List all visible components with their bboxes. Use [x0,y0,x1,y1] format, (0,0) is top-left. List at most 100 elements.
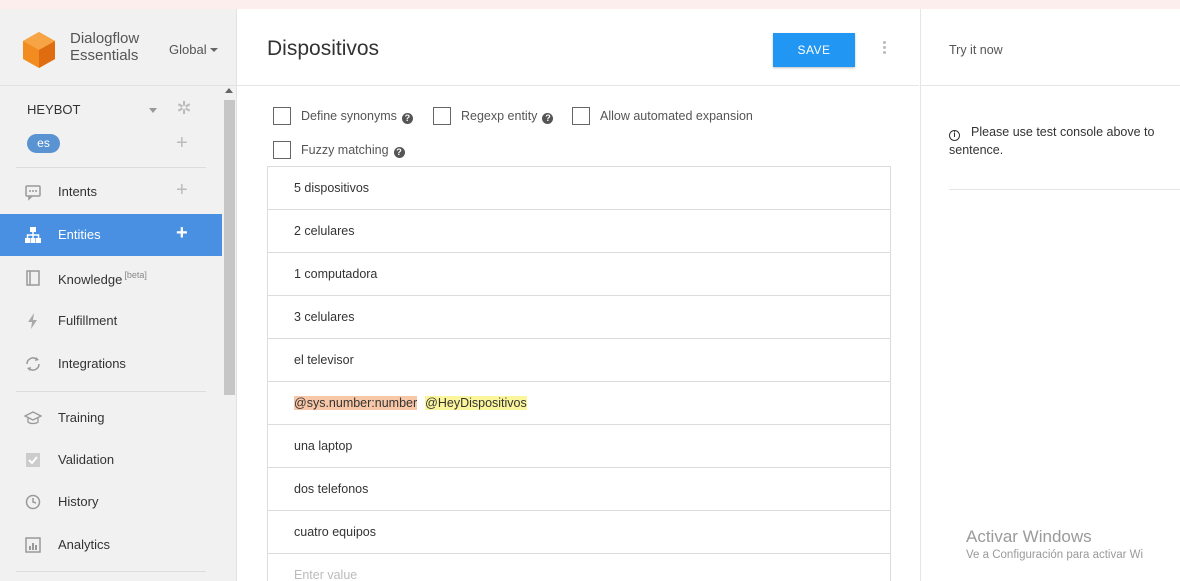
region-label: Global [169,42,207,57]
entity-editor: Dispositivos SAVE Define synonyms? Regex… [237,9,919,581]
test-console-header: Try it now [921,9,1180,86]
option-label: Define synonyms [301,109,397,123]
entity-value-row[interactable]: @sys.number:number @HeyDispositivos [268,382,890,425]
entity-value[interactable]: 5 dispositivos [294,181,369,195]
entity-header: Dispositivos SAVE [237,9,919,86]
option-label: Regexp entity [461,109,538,123]
entity-value-row[interactable]: 3 celulares [268,296,890,339]
beta-badge: [beta] [124,270,147,280]
sidebar-item-label: Intents [58,184,98,199]
notice-text: Please use test console above to [971,125,1155,139]
help-icon[interactable]: ? [393,147,405,158]
allow-automated-expansion-checkbox[interactable] [572,107,590,125]
new-value-placeholder: Enter value [294,568,358,581]
entity-value[interactable]: @sys.number:number @HeyDispositivos [294,396,527,410]
fuzzy-matching-checkbox[interactable] [273,141,291,159]
entity-value-row[interactable]: el televisor [268,339,890,382]
sidebar-item-knowledge[interactable]: Knowledge [beta] [0,257,222,299]
add-language-plus-icon[interactable]: + [176,132,188,155]
help-icon[interactable]: ? [542,113,554,124]
entity-value[interactable]: dos telefonos [294,482,368,496]
sidebar-item-fulfillment[interactable]: Fulfillment [0,300,222,342]
top-accent-strip [0,0,1180,9]
bar-chart-icon [24,536,42,554]
entity-values-list: 5 dispositivos 2 celulares 1 computadora… [267,166,891,581]
sidebar-item-label: Analytics [58,537,111,552]
sidebar-item-label: Training [58,410,105,425]
agent-selector[interactable]: HEYBOT ✲ [0,97,222,121]
option-label: Allow automated expansion [600,109,753,123]
divider [16,391,206,392]
entity-value-row[interactable]: dos telefonos [268,468,890,511]
regexp-entity-checkbox[interactable] [433,107,451,125]
console-notice: i Please use test console above to senten… [949,123,1180,159]
clock-icon [24,493,42,511]
entity-value[interactable]: el televisor [294,353,354,367]
info-icon: i [949,130,960,141]
brand-header: Dialogflow Essentials Global [0,9,236,86]
sidebar-item-entities[interactable]: Entities + [0,214,222,256]
entity-value-row[interactable]: una laptop [268,425,890,468]
sidebar-item-label: Integrations [58,356,126,371]
entity-value[interactable]: 1 computadora [294,267,377,281]
sidebar-item-integrations[interactable]: Integrations [0,343,222,385]
add-entity-plus-icon[interactable]: + [176,222,188,245]
dialogflow-logo-icon[interactable] [22,31,56,69]
region-selector[interactable]: Global [169,42,218,57]
add-intent-plus-icon[interactable]: + [176,179,188,202]
scrollbar-thumb[interactable] [224,100,235,395]
entity-value[interactable]: cuatro equipos [294,525,376,539]
define-synonyms-checkbox[interactable] [273,107,291,125]
sidebar-item-label: Knowledge [58,272,123,287]
test-console-panel: Try it now i Please use test console abov… [920,9,1180,581]
chevron-down-icon [209,48,218,52]
language-badge[interactable]: es [27,134,60,153]
sidebar-item-label: Fulfillment [58,313,118,328]
entity-reference-token[interactable]: @HeyDispositivos [425,396,527,410]
divider [16,571,206,572]
scroll-up-arrow-icon[interactable] [225,88,233,93]
entity-value[interactable]: 2 celulares [294,224,354,238]
chevron-down-icon[interactable] [149,108,157,113]
try-it-now-input[interactable]: Try it now [949,43,1003,57]
sidebar-item-training[interactable]: Training [0,397,222,439]
sidebar-item-history[interactable]: History [0,481,222,523]
product-name-line1: Dialogflow [70,30,140,47]
sidebar-item-intents[interactable]: Intents + [0,171,222,213]
sync-icon [24,355,42,373]
product-name-line2: Essentials [70,47,139,64]
entity-value[interactable]: una laptop [294,439,352,453]
book-icon [24,269,42,287]
option-label: Fuzzy matching [301,143,389,157]
bolt-icon [24,312,42,330]
check-box-icon [24,451,42,469]
sidebar-item-validation[interactable]: Validation [0,439,222,481]
page-title: Dispositivos [267,37,380,60]
entity-value-row[interactable]: 5 dispositivos [268,167,890,210]
entity-value[interactable]: 3 celulares [294,310,354,324]
sys-number-token[interactable]: @sys.number:number [294,396,418,410]
sitemap-icon [24,226,42,244]
entity-value-row[interactable]: 1 computadora [268,253,890,296]
option-label-wrap: Fuzzy matching? [301,143,405,158]
gear-icon[interactable]: ✲ [174,98,194,118]
graduation-cap-icon [23,409,43,427]
sidebar-item-analytics[interactable]: Analytics [0,524,222,566]
entity-value-row[interactable]: cuatro equipos [268,511,890,554]
sidebar-item-label-wrap: Knowledge [beta] [58,270,147,287]
option-label-wrap: Regexp entity? [461,109,554,124]
new-value-input[interactable]: Enter value [268,554,890,581]
windows-activation-watermark: Activar Windows Ve a Configuración para … [966,527,1143,561]
agent-name: HEYBOT [27,102,81,117]
save-button[interactable]: SAVE [773,33,855,67]
language-row: es + [0,132,222,155]
divider [16,167,206,168]
more-vert-icon[interactable] [877,39,891,59]
sidebar-item-label: Validation [58,452,115,467]
entity-value-row[interactable]: 2 celulares [268,210,890,253]
option-label-wrap: Define synonyms? [301,109,413,124]
sidebar-item-label: Entities [58,227,101,242]
divider [949,189,1180,190]
help-icon[interactable]: ? [401,113,413,124]
sidebar-scrollbar[interactable] [222,86,236,581]
